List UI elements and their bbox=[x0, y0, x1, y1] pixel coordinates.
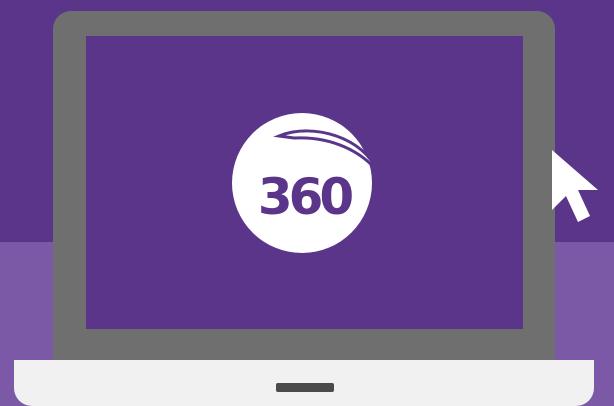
cursor-arrow bbox=[552, 150, 598, 222]
logo-text: 360 bbox=[258, 168, 353, 226]
mouse-pointer-icon bbox=[552, 150, 614, 222]
trackpad-notch bbox=[276, 383, 334, 392]
logo-360: 360 bbox=[224, 100, 389, 265]
